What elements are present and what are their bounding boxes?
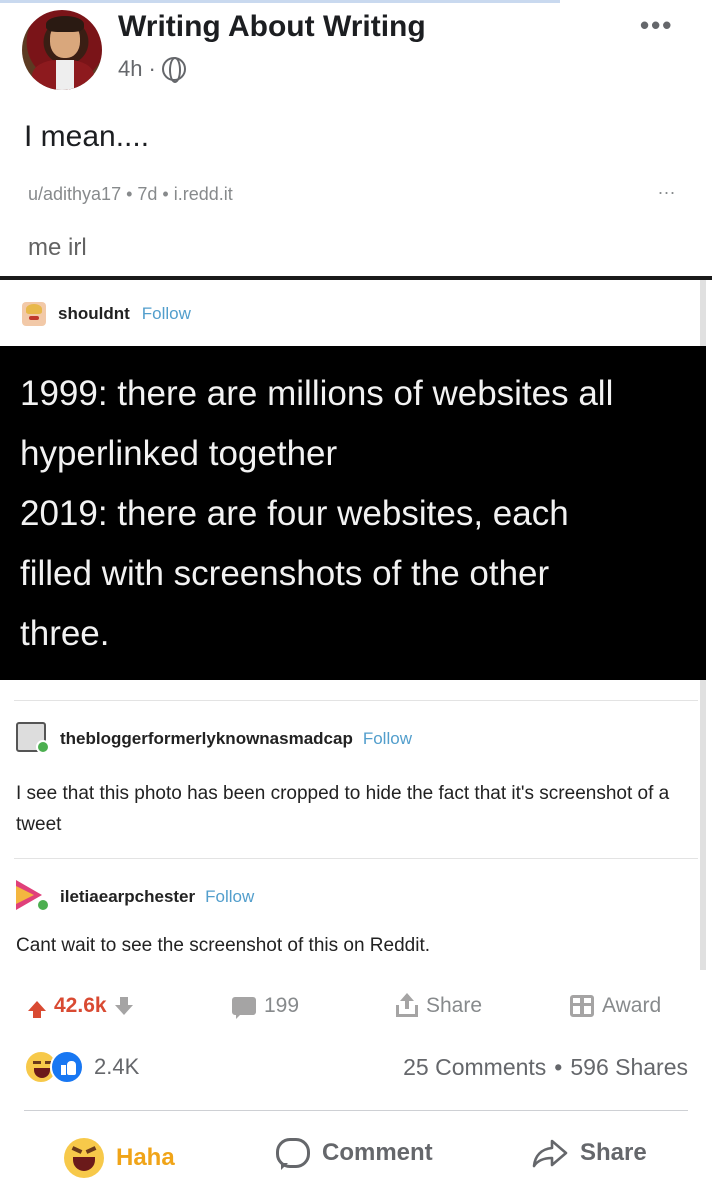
page-avatar[interactable] bbox=[22, 10, 102, 90]
comment-button[interactable]: Comment bbox=[276, 1138, 433, 1170]
tumblr-follow: Follow bbox=[362, 729, 412, 748]
reddit-award: Award bbox=[570, 994, 661, 1018]
tumblr-avatar bbox=[16, 722, 50, 756]
meta-dot: · bbox=[148, 56, 156, 81]
reddit-vote: 42.6k bbox=[28, 994, 133, 1018]
more-options-icon[interactable]: ••• bbox=[640, 10, 673, 41]
tweet-line: three. bbox=[20, 614, 110, 653]
award-icon bbox=[570, 995, 594, 1017]
upvote-icon bbox=[28, 1001, 46, 1018]
tumblr-follow: Follow bbox=[205, 887, 255, 906]
comments-count-link[interactable]: 25 Comments bbox=[403, 1054, 546, 1081]
tweet-text: 1999: there are millions of websites all… bbox=[20, 364, 692, 664]
tumblr-separator bbox=[14, 700, 698, 701]
comment-label: Comment bbox=[322, 1139, 433, 1166]
tumblr-user-row: iletiaearpchester Follow bbox=[16, 880, 254, 914]
post-image[interactable]: u/adithya17 • 7d • i.redd.it ... me irl … bbox=[0, 168, 712, 1019]
tumblr-user-row: thebloggerformerlyknownasmadcap Follow bbox=[16, 722, 412, 756]
share-icon bbox=[396, 993, 418, 1017]
actions-divider bbox=[24, 1110, 688, 1111]
tumblr-separator bbox=[14, 858, 698, 859]
reddit-share-label: Share bbox=[426, 994, 483, 1017]
tumblr-follow: Follow bbox=[141, 304, 191, 323]
tweet-line: hyperlinked together bbox=[20, 434, 338, 473]
tumblr-reply: Cant wait to see the screenshot of this … bbox=[16, 935, 431, 956]
post-meta: 4h · bbox=[118, 56, 186, 83]
reactions-summary[interactable]: 2.4K bbox=[24, 1050, 139, 1084]
reddit-action-bar: 42.6k 199 Share Award bbox=[0, 988, 712, 1038]
post-action-bar: Haha Comment Share bbox=[0, 1130, 712, 1186]
tweet-line: 2019: there are four websites, each bbox=[20, 494, 569, 533]
reddit-more-icon: ... bbox=[658, 178, 677, 198]
tweet-line: 1999: there are millions of websites all bbox=[20, 374, 614, 413]
page-name[interactable]: Writing About Writing bbox=[118, 10, 426, 44]
reddit-meta: u/adithya17 • 7d • i.redd.it bbox=[28, 184, 233, 204]
reddit-award-label: Award bbox=[602, 994, 662, 1017]
tumblr-username: thebloggerformerlyknownasmadcap bbox=[60, 729, 353, 748]
globe-icon bbox=[161, 57, 186, 83]
tweet-screenshot: 1999: there are millions of websites all… bbox=[0, 346, 706, 680]
avatar-shirt bbox=[56, 60, 74, 90]
reddit-title: me irl bbox=[28, 234, 87, 261]
top-progress-line bbox=[0, 0, 560, 3]
haha-icon bbox=[64, 1138, 104, 1178]
share-label: Share bbox=[580, 1139, 647, 1166]
avatar-hair bbox=[46, 16, 84, 32]
counts-separator: • bbox=[554, 1054, 563, 1080]
tumblr-user-row: shouldnt Follow bbox=[22, 302, 191, 326]
tumblr-avatar bbox=[22, 302, 46, 326]
tumblr-avatar bbox=[16, 880, 50, 914]
downvote-icon bbox=[114, 997, 133, 1015]
engagement-counts: 25 Comments • 596 Shares bbox=[403, 1054, 688, 1081]
comment-bubble-icon bbox=[276, 1138, 310, 1170]
tumblr-reply: I see that this photo has been cropped t… bbox=[16, 783, 670, 835]
shares-count-link[interactable]: 596 Shares bbox=[570, 1054, 688, 1081]
tumblr-username: iletiaearpchester bbox=[60, 887, 196, 906]
tumblr-username: shouldnt bbox=[58, 304, 130, 323]
reaction-count: 2.4K bbox=[94, 1054, 140, 1079]
haha-button[interactable]: Haha bbox=[64, 1138, 175, 1178]
reddit-share: Share bbox=[396, 993, 483, 1018]
tweet-line: filled with screenshots of the other bbox=[20, 554, 550, 593]
post-caption: I mean.... bbox=[24, 120, 150, 153]
comment-icon bbox=[232, 997, 256, 1019]
like-reaction-icon bbox=[50, 1050, 84, 1084]
share-arrow-icon bbox=[532, 1139, 568, 1168]
share-button[interactable]: Share bbox=[532, 1138, 647, 1168]
reddit-comment-count: 199 bbox=[264, 994, 300, 1017]
post-time[interactable]: 4h bbox=[118, 56, 142, 82]
haha-label: Haha bbox=[116, 1144, 175, 1171]
tumblr-post: shouldnt Follow 1999: there are millions… bbox=[0, 280, 706, 970]
reddit-comments: 199 bbox=[232, 994, 300, 1019]
vote-count: 42.6k bbox=[54, 994, 107, 1017]
